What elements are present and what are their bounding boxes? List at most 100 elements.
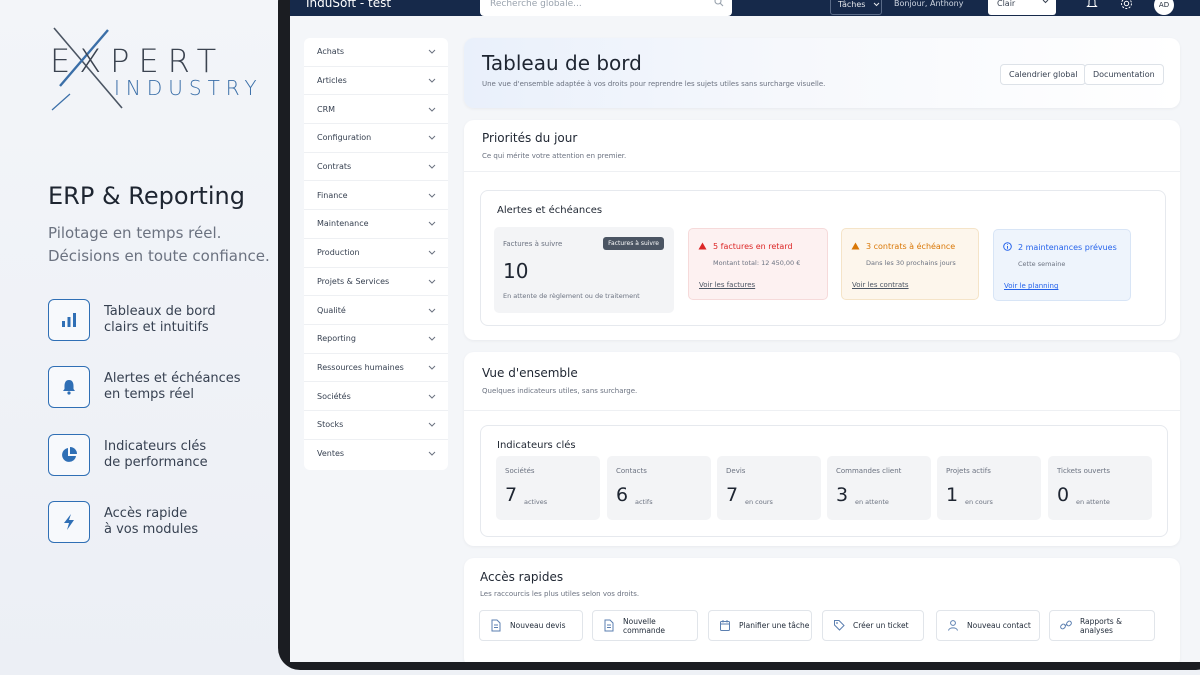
promo-panel: EXPERT INDUSTRY ERP & Reporting Pilotage… (0, 0, 280, 675)
lightning-icon (48, 501, 90, 543)
quick-action-button[interactable]: Nouveau devis (479, 610, 583, 641)
notifications-bell-icon[interactable] (1086, 0, 1098, 10)
sidebar-item-label: Finance (317, 190, 348, 200)
kpi-tile[interactable]: Contacts 6 actifs (607, 456, 711, 520)
pie-chart-icon (48, 434, 90, 476)
sidebar-item[interactable]: Ventes (304, 440, 448, 469)
quick-action-button[interactable]: Planifier une tâche (708, 610, 812, 641)
kpi-unit: en cours (745, 498, 773, 506)
quick-action-label: Rapports & analyses (1080, 616, 1122, 635)
chevron-down-icon (428, 394, 436, 399)
promo-title: ERP & Reporting (48, 182, 245, 210)
sidebar-item[interactable]: Finance (304, 181, 448, 211)
user-avatar[interactable]: AD (1154, 0, 1174, 15)
chevron-down-icon (428, 222, 436, 227)
chevron-down-icon (428, 164, 436, 169)
sidebar-item[interactable]: Reporting (304, 325, 448, 354)
sidebar-item[interactable]: Production (304, 239, 448, 268)
kpi-tile[interactable]: Commandes client 3 en attente (827, 456, 931, 520)
kpi-value: 0 (1057, 484, 1070, 506)
kpi-value: 6 (616, 484, 629, 506)
chevron-down-icon (428, 365, 436, 370)
priorities-title: Priorités du jour (482, 131, 578, 145)
quick-action-label: Nouvelle commande (623, 616, 666, 635)
late-invoices-alert: 5 factures en retard Montant total: 12 4… (688, 228, 828, 300)
user-greeting: Bonjour, Anthony (894, 0, 964, 8)
calendar-icon (720, 620, 730, 631)
global-calendar-button[interactable]: Calendrier global (1000, 64, 1087, 85)
quick-action-button[interactable]: Nouveau contact (936, 610, 1040, 641)
warning-icon (698, 242, 707, 250)
sidebar-item-label: Production (317, 248, 360, 258)
alerts-panel: Alertes et échéances Factures à suivre F… (480, 190, 1166, 326)
view-planning-link[interactable]: Voir le planning (1004, 282, 1058, 290)
dashboard-header: Tableau de bord Une vue d'ensemble adapt… (464, 38, 1180, 108)
promo-subtitle-line1: Pilotage en temps réel. (48, 224, 222, 242)
kpi-value: 7 (505, 484, 518, 506)
feature-label: Alertes et échéances (104, 371, 241, 386)
status-badge: Factures à suivre (603, 237, 664, 250)
kpi-unit: en attente (1076, 498, 1110, 506)
sidebar-item[interactable]: Achats (304, 38, 448, 67)
sidebar-item[interactable]: Sociétés (304, 382, 448, 411)
sidebar-item[interactable]: Stocks (304, 411, 448, 440)
tasks-dropdown[interactable]: Tâches (830, 0, 882, 15)
quick-action-label: Créer un ticket (853, 621, 909, 630)
kpi-label: Sociétés (505, 467, 535, 475)
feature-dashboards: Tableaux de bord clairs et intuitifs (48, 298, 268, 342)
sidebar-item[interactable]: Qualité (304, 296, 448, 325)
quick-action-button[interactable]: Rapports & analyses (1049, 610, 1155, 641)
chevron-down-icon (428, 78, 436, 83)
tag-icon (834, 620, 845, 631)
invoices-note: En attente de règlement ou de traitement (503, 292, 640, 300)
sidebar-item[interactable]: Ressources humaines (304, 354, 448, 383)
planned-maintenance-alert: 2 maintenances prévues Cette semaine Voi… (993, 229, 1131, 301)
kpi-tile[interactable]: Projets actifs 1 en cours (937, 456, 1041, 520)
view-invoices-link[interactable]: Voir les factures (699, 281, 755, 289)
kpi-unit: actives (524, 498, 548, 506)
quick-access-card: Accès rapides Les raccourcis les plus ut… (464, 558, 1180, 662)
maintenance-desc: Cette semaine (1018, 260, 1066, 268)
quick-action-button[interactable]: Créer un ticket (822, 610, 924, 641)
kpi-label: Devis (726, 467, 746, 475)
info-icon (1003, 242, 1012, 251)
invoices-to-follow-card[interactable]: Factures à suivre Factures à suivre 10 E… (494, 227, 674, 313)
late-invoices-title: 5 factures en retard (713, 242, 793, 251)
promo-subtitle: Pilotage en temps réel. Décisions en tou… (48, 222, 270, 268)
kpi-tile[interactable]: Sociétés 7 actives (496, 456, 600, 520)
sidebar-item-label: Ressources humaines (317, 362, 404, 372)
kpi-tile[interactable]: Devis 7 en cours (717, 456, 821, 520)
app-title: InduSoft - test (306, 0, 392, 10)
chevron-down-icon (428, 107, 436, 112)
bar-chart-icon (48, 299, 90, 341)
contracts-expiring-alert: 3 contrats à échéance Dans les 30 procha… (841, 228, 979, 300)
promo-subtitle-line2: Décisions en toute confiance. (48, 247, 270, 265)
contracts-desc: Dans les 30 prochains jours (866, 259, 956, 267)
sidebar-item[interactable]: Configuration (304, 124, 448, 153)
sidebar-item-label: Articles (317, 76, 347, 86)
view-contracts-link[interactable]: Voir les contrats (852, 281, 909, 289)
settings-gear-icon[interactable] (1120, 0, 1133, 10)
quick-action-button[interactable]: Nouvelle commande (592, 610, 698, 641)
sidebar-item[interactable]: Maintenance (304, 210, 448, 239)
sidebar-item[interactable]: CRM (304, 95, 448, 125)
bell-icon (48, 366, 90, 408)
kpi-unit: actifs (635, 498, 653, 506)
sidebar-item[interactable]: Projets & Services (304, 268, 448, 297)
kpi-unit: en attente (855, 498, 889, 506)
global-search-input[interactable]: Recherche globale... (480, 0, 732, 16)
chevron-down-icon (428, 250, 436, 255)
sidebar-item[interactable]: Contrats (304, 153, 448, 182)
kpi-label: Projets actifs (946, 467, 991, 475)
late-invoices-desc: Montant total: 12 450,00 € (713, 259, 801, 267)
theme-select[interactable]: Clair (988, 0, 1056, 15)
search-icon (714, 0, 724, 7)
kpi-tile[interactable]: Tickets ouverts 0 en attente (1048, 456, 1152, 520)
feature-label: de performance (104, 455, 208, 470)
overview-card: Vue d'ensemble Quelques indicateurs util… (464, 352, 1180, 546)
sidebar-item[interactable]: Articles (304, 67, 448, 96)
documentation-button[interactable]: Documentation (1084, 64, 1164, 85)
feature-label: à vos modules (104, 522, 199, 537)
document-icon (491, 619, 501, 632)
kpi-unit: en cours (965, 498, 993, 506)
